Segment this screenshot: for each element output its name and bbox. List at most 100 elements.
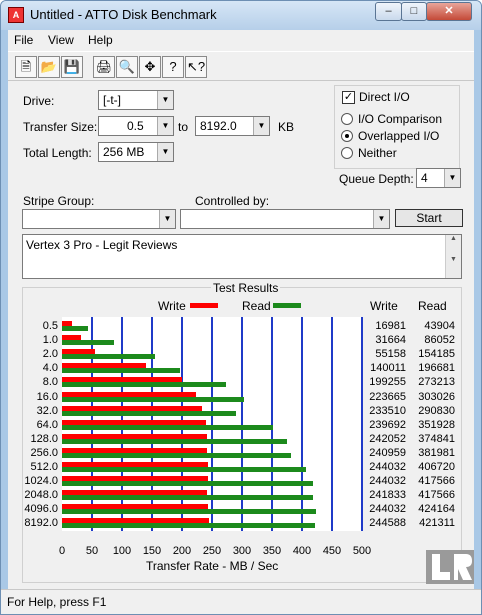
- read-value: 86052: [424, 334, 455, 347]
- y-tick-label: 8.0: [42, 376, 58, 389]
- chart-gridline: [331, 317, 333, 531]
- drive-select[interactable]: [-t-] ▼: [98, 90, 174, 110]
- total-length-value: 256 MB: [103, 145, 145, 159]
- minimize-button[interactable]: –: [375, 2, 402, 21]
- write-value: 31664: [375, 334, 406, 347]
- description-textbox[interactable]: Vertex 3 Pro - Legit Reviews ▲ ▼: [22, 234, 462, 279]
- read-bar: [62, 368, 180, 374]
- total-length-label: Total Length:: [23, 146, 92, 160]
- chart-plot-area: [62, 317, 363, 531]
- y-tick-label: 4.0: [42, 362, 58, 375]
- legend-write-swatch: [190, 303, 218, 308]
- save-icon[interactable]: 💾: [61, 56, 83, 78]
- unit-label: KB: [278, 120, 295, 134]
- neither-radio[interactable]: [341, 147, 353, 159]
- write-value: 55158: [375, 348, 406, 361]
- read-value: 424164: [418, 503, 455, 516]
- y-tick-label: 512.0: [30, 461, 58, 473]
- x-tick-label: 300: [232, 545, 252, 557]
- print-icon[interactable]: 🖨: [93, 56, 115, 78]
- context-help-icon[interactable]: ↖?: [185, 56, 207, 78]
- x-tick-label: 150: [142, 545, 162, 557]
- io-comparison-radio[interactable]: [341, 113, 353, 125]
- app-icon: A: [8, 7, 24, 23]
- close-button[interactable]: ✕: [426, 2, 472, 21]
- menu-help[interactable]: Help: [88, 33, 113, 47]
- print-preview-icon[interactable]: 🔍: [116, 56, 138, 78]
- read-bar: [62, 382, 226, 388]
- menu-file[interactable]: File: [14, 33, 33, 47]
- read-value: 381981: [418, 446, 455, 459]
- read-value: 374841: [418, 432, 455, 445]
- new-icon[interactable]: 🗎: [15, 56, 37, 78]
- io-mode-group: [334, 85, 460, 169]
- drive-value: [-t-]: [103, 93, 121, 107]
- controlled-by-label: Controlled by:: [195, 194, 270, 208]
- queue-depth-select[interactable]: 4 ▼: [416, 168, 461, 188]
- y-tick-label: 1024.0: [24, 475, 58, 488]
- description-scrollbar[interactable]: ▲ ▼: [445, 235, 461, 278]
- write-value: 199255: [369, 376, 406, 389]
- to-label: to: [178, 120, 189, 134]
- read-value: 196681: [418, 362, 455, 375]
- about-icon[interactable]: ?: [162, 56, 184, 78]
- read-bar: [62, 340, 114, 346]
- transfer-size-from-select[interactable]: 0.5 ▼: [98, 116, 174, 136]
- read-value: 417566: [418, 489, 455, 502]
- title-bar: A Untitled - ATTO Disk Benchmark – □ ✕: [1, 1, 481, 30]
- read-value: 406720: [418, 461, 455, 473]
- y-tick-label: 2.0: [42, 348, 58, 361]
- chevron-down-icon: ▼: [444, 169, 460, 187]
- read-column-header: Read: [418, 299, 447, 313]
- chevron-down-icon: ▼: [373, 210, 389, 228]
- read-value: 303026: [418, 390, 455, 403]
- x-tick-label: 250: [202, 545, 222, 557]
- stripe-group-label: Stripe Group:: [23, 194, 95, 208]
- write-value: 140011: [370, 362, 406, 375]
- open-icon[interactable]: 📂: [38, 56, 60, 78]
- x-tick-label: 400: [292, 545, 312, 557]
- total-length-select[interactable]: 256 MB ▼: [98, 142, 174, 162]
- chevron-down-icon: ▼: [157, 143, 173, 161]
- x-tick-label: 50: [85, 545, 99, 557]
- read-value: 154185: [418, 348, 455, 361]
- description-text: Vertex 3 Pro - Legit Reviews: [26, 238, 178, 252]
- legit-reviews-logo-icon: [426, 550, 474, 584]
- chevron-down-icon: ▼: [157, 117, 173, 135]
- controlled-by-select[interactable]: ▼: [180, 209, 390, 229]
- chevron-down-icon: ▼: [159, 210, 175, 228]
- settings-panel: Drive: [-t-] ▼ Transfer Size: 0.5 ▼ to 8…: [8, 81, 474, 589]
- stripe-group-select[interactable]: ▼: [22, 209, 176, 229]
- y-tick-label: 4096.0: [24, 503, 58, 516]
- io-comparison-label: I/O Comparison: [358, 112, 443, 126]
- overlapped-io-label: Overlapped I/O: [358, 129, 440, 143]
- x-tick-label: 0: [58, 545, 66, 557]
- chevron-down-icon: ▼: [253, 117, 269, 135]
- overlapped-io-radio[interactable]: [341, 130, 353, 142]
- legend-write-label: Write: [158, 299, 186, 313]
- write-value: 244588: [369, 517, 406, 530]
- maximize-button[interactable]: □: [401, 2, 427, 21]
- transfer-size-to-select[interactable]: 8192.0 ▼: [195, 116, 270, 136]
- menu-view[interactable]: View: [48, 33, 74, 47]
- read-bar: [62, 438, 287, 444]
- write-value: 244032: [369, 461, 406, 473]
- x-axis-label: Transfer Rate - MB / Sec: [146, 559, 279, 573]
- window-title: Untitled - ATTO Disk Benchmark: [30, 7, 217, 22]
- chevron-down-icon: ▼: [157, 91, 173, 109]
- read-bar: [62, 410, 237, 416]
- x-tick-label: 200: [172, 545, 192, 557]
- move-icon[interactable]: ✥: [139, 56, 161, 78]
- read-value: 273213: [418, 376, 455, 389]
- y-tick-label: 64.0: [36, 418, 58, 431]
- status-bar: For Help, press F1: [1, 589, 481, 614]
- start-button[interactable]: Start: [395, 209, 463, 227]
- y-tick-label: 16.0: [36, 390, 58, 403]
- read-value: 417566: [418, 475, 455, 488]
- y-tick-label: 256.0: [30, 446, 58, 459]
- write-value: 240959: [369, 446, 406, 459]
- app-window: A Untitled - ATTO Disk Benchmark – □ ✕ F…: [0, 0, 482, 615]
- legend-read-label: Read: [242, 299, 271, 313]
- transfer-size-label: Transfer Size:: [23, 120, 98, 134]
- y-tick-label: 32.0: [36, 404, 58, 417]
